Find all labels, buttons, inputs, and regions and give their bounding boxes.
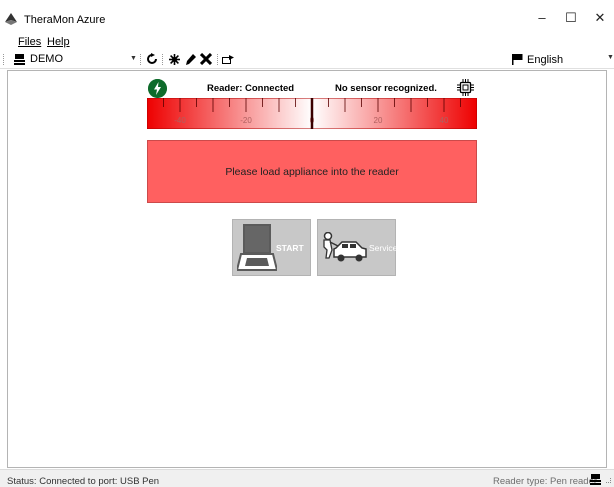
start-button-label: START [276,243,304,253]
measurement-gauge: -40-2002040 [147,98,477,129]
gauge-tick-label: -20 [240,116,252,125]
reader-device-icon [590,474,601,485]
flag-icon [512,54,523,65]
device-dropdown[interactable]: DEMO ▼ [14,52,139,67]
sensor-status: No sensor recognized. [335,83,437,94]
app-logo-icon [5,13,17,25]
reader-type-text: Reader type: Pen reader [493,476,598,487]
resize-grip[interactable] [606,478,611,483]
menu-bar: Files Help [0,34,614,50]
gauge-tick-label: -40 [174,116,186,125]
toolbar-grip[interactable] [3,54,6,65]
toolbar-separator [140,54,143,65]
device-select-value: DEMO [30,53,63,65]
chevron-down-icon: ▼ [130,55,137,62]
chip-icon [457,79,474,96]
starburst-icon[interactable] [167,51,181,67]
toolbar: DEMO ▼ English ▼ [0,51,614,69]
device-icon [14,54,25,65]
language-select-value[interactable]: English [527,54,563,66]
language-dropdown-chevron-icon[interactable]: ▼ [607,54,614,61]
reader-connection-status: Reader: Connected [207,83,295,94]
scanner-icon [237,224,277,271]
status-bar: Status: Connected to port: USB Pen Reade… [0,469,614,487]
menu-help[interactable]: Help [47,36,70,48]
instruction-message: Please load appliance into the reader [225,165,399,178]
maximize-button[interactable]: ☐ [556,8,586,28]
close-button[interactable]: ✕ [585,8,614,28]
connection-status-text: Status: Connected to port: USB Pen [7,476,160,487]
car-service-icon [323,232,367,262]
menu-files[interactable]: Files [18,36,41,48]
pen-icon[interactable] [183,51,197,67]
instruction-banner: Please load appliance into the reader [147,140,477,203]
window-title: TheraMon Azure [24,14,106,26]
gauge-tick-label: 40 [440,116,449,125]
refresh-icon[interactable] [145,51,159,67]
title-bar: TheraMon Azure – ☐ ✕ [0,0,614,34]
toolbar-separator [217,54,220,65]
toolbar-separator [162,54,165,65]
service-button-label: Service [369,243,398,253]
minimize-button[interactable]: – [527,8,557,28]
service-button[interactable]: Service [317,219,398,276]
delete-icon[interactable] [199,51,213,67]
gauge-tick-label: 20 [374,116,383,125]
start-button[interactable]: START [232,219,311,276]
connected-lightning-icon [148,79,167,98]
export-icon[interactable] [221,51,235,67]
